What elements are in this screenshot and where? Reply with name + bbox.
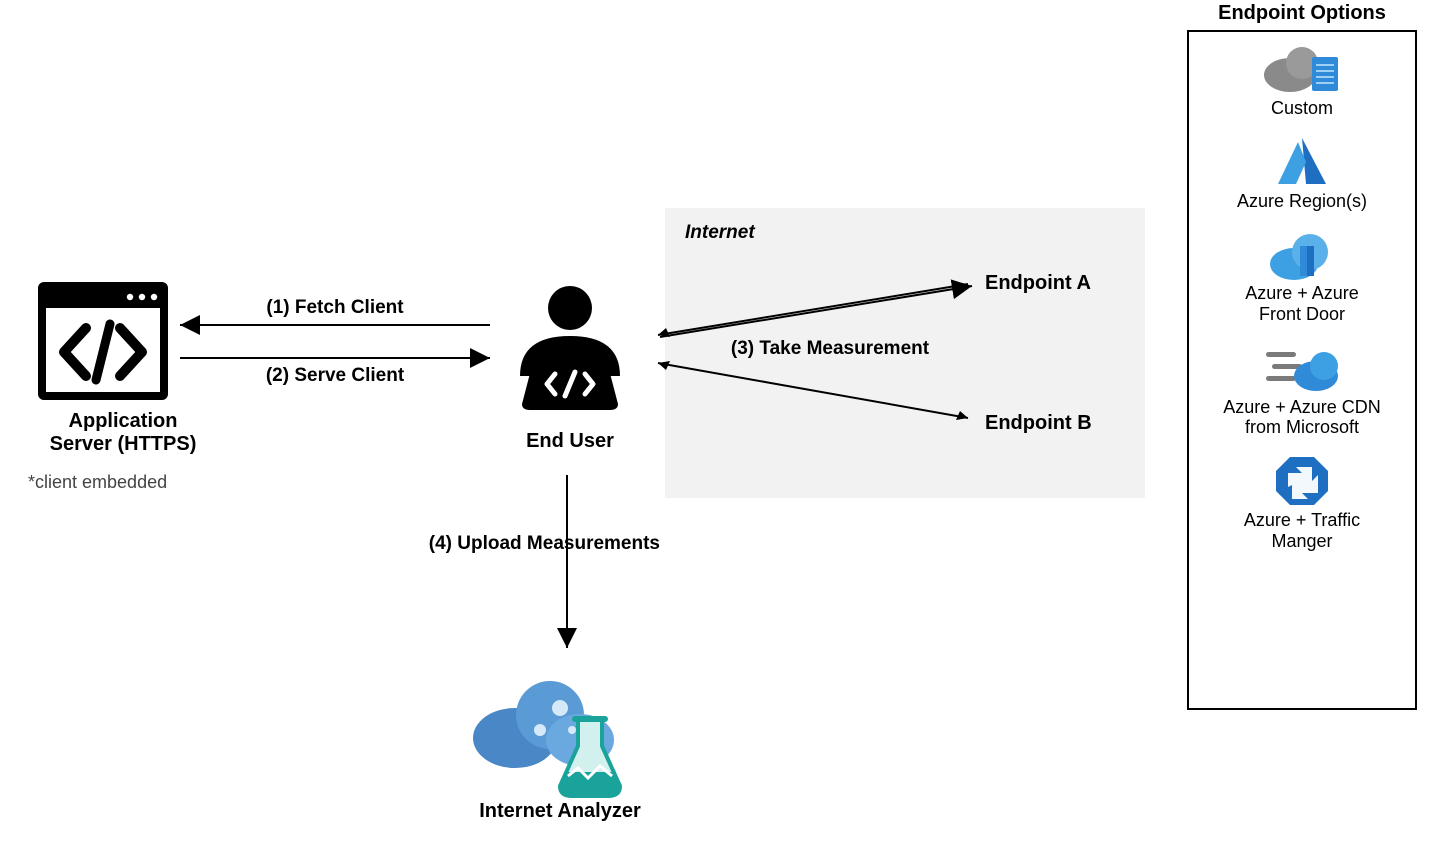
- edge-serve-client: (2) Serve Client: [230, 365, 440, 387]
- endpoint-options-title: Endpoint Options: [1187, 2, 1417, 25]
- endpoint-option-traffic-manager: Azure + Traffic Manger: [1193, 452, 1411, 551]
- edge-upload-measurements: (4) Upload Measurements: [380, 533, 660, 555]
- endpoint-option-azure-cdn: Azure + Azure CDN from Microsoft: [1193, 339, 1411, 438]
- edge-fetch-client: (1) Fetch Client: [230, 297, 440, 319]
- endpoint-option-label: Azure + Azure Front Door: [1193, 283, 1411, 324]
- azure-cdn-icon: [1193, 339, 1411, 397]
- endpoint-option-front-door: Azure + Azure Front Door: [1193, 225, 1411, 324]
- traffic-manager-icon: [1193, 452, 1411, 510]
- azure-logo-icon: [1193, 133, 1411, 191]
- endpoint-option-azure-region: Azure Region(s): [1193, 133, 1411, 212]
- endpoint-options-panel: Custom Azure Region(s) Azure + Azure: [1187, 30, 1417, 710]
- endpoint-option-label: Azure + Traffic Manger: [1193, 510, 1411, 551]
- diagram-canvas: Internet Endpoint A Endpoint B Applicati…: [0, 0, 1437, 843]
- front-door-icon: [1193, 225, 1411, 283]
- endpoint-option-label: Azure Region(s): [1193, 191, 1411, 212]
- custom-server-icon: [1193, 40, 1411, 98]
- edge-take-measurement: (3) Take Measurement: [700, 338, 960, 360]
- endpoint-option-custom: Custom: [1193, 40, 1411, 119]
- endpoint-option-label: Azure + Azure CDN from Microsoft: [1193, 397, 1411, 438]
- endpoint-option-label: Custom: [1193, 98, 1411, 119]
